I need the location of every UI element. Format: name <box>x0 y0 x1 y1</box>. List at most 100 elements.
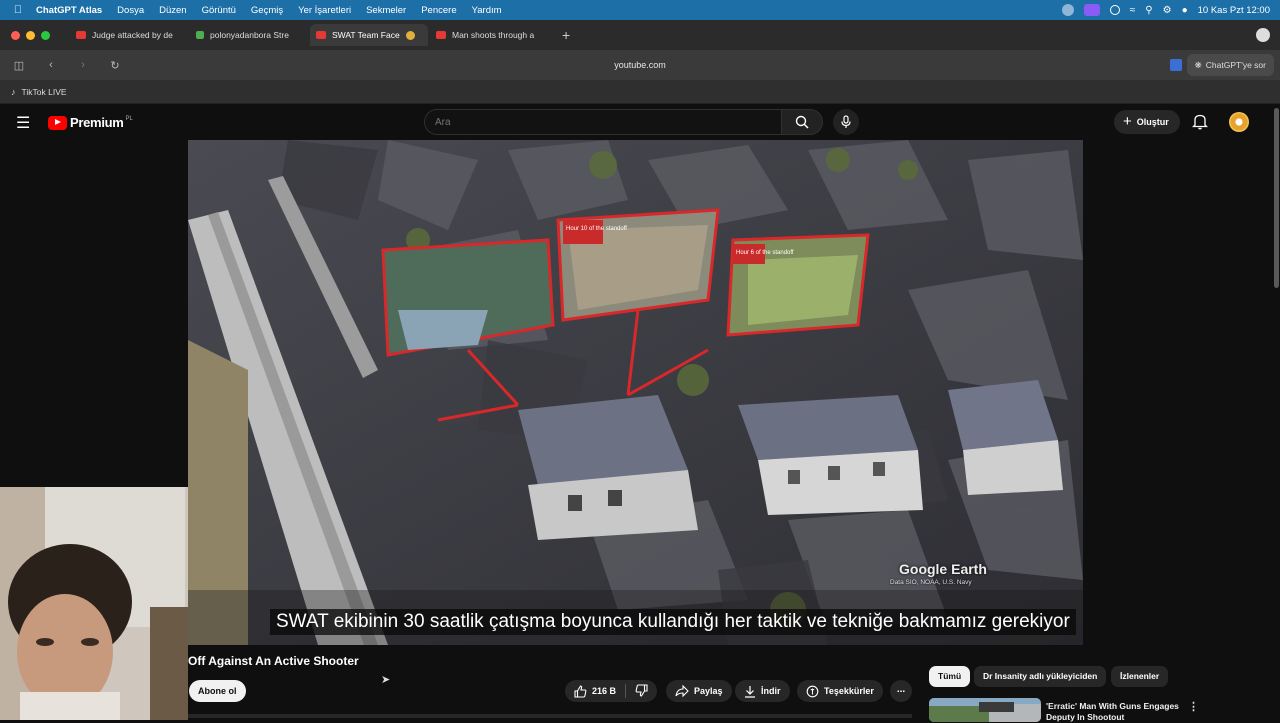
super-thanks-icon <box>806 685 819 697</box>
search-icon <box>795 115 809 129</box>
menu-view[interactable]: Görüntü <box>202 5 236 16</box>
plus-icon: + <box>1123 113 1132 130</box>
youtube-premium-logo[interactable]: Premium PL <box>48 115 133 130</box>
thumbnail-image <box>929 698 1041 722</box>
like-button[interactable]: 216 B <box>574 684 616 698</box>
webcam-person-image <box>0 487 188 720</box>
tab-title: Man shoots through a <box>452 30 535 40</box>
chatgpt-icon: ❋ <box>1194 59 1202 70</box>
profile-icon[interactable] <box>1256 28 1270 42</box>
play-status-icon[interactable] <box>1109 5 1120 15</box>
menu-history[interactable]: Geçmiş <box>251 5 283 16</box>
youtube-play-icon <box>48 115 67 130</box>
vpn-icon[interactable] <box>1061 4 1074 16</box>
kick-favicon-icon <box>196 31 204 39</box>
subscribe-button[interactable]: Abone ol <box>189 680 246 702</box>
chip-watched[interactable]: İzlenenler <box>1111 666 1169 687</box>
voice-search-button[interactable] <box>833 109 859 135</box>
zoom-window-button[interactable] <box>41 30 50 40</box>
description-box-edge <box>188 714 912 718</box>
download-label: İndir <box>761 686 781 696</box>
macos-menu-bar:  ChatGPT Atlas Dosya Düzen Görüntü Geçm… <box>0 0 1280 20</box>
webcam-overlay <box>0 487 188 720</box>
more-actions-button[interactable]: ... <box>890 680 912 702</box>
thanks-button[interactable]: Teşekkürler <box>797 680 883 702</box>
hamburger-menu-icon[interactable]: ☰ <box>16 113 30 133</box>
control-center-icon[interactable]: ⚙ <box>1163 5 1172 16</box>
tab-title: SWAT Team Face <box>332 30 400 40</box>
notifications-bell-icon[interactable] <box>1192 113 1208 130</box>
recommendation-more-icon[interactable]: ⋮ <box>1188 700 1199 713</box>
search-button[interactable] <box>781 109 823 135</box>
menu-file[interactable]: Dosya <box>117 5 144 16</box>
siri-icon[interactable]: ● <box>1182 5 1188 16</box>
back-icon[interactable]: ‹ <box>44 59 58 71</box>
spotlight-search-icon[interactable]: ⚲ <box>1145 5 1152 16</box>
overlay-label-hour-6: Hour 6 of the standoff <box>736 250 794 256</box>
page-scrollbar-thumb[interactable] <box>1274 108 1279 288</box>
wifi-icon[interactable]: ≈ <box>1130 5 1136 16</box>
menu-bookmarks[interactable]: Yer İşaretleri <box>298 5 351 16</box>
overlay-label-hour-10: Hour 10 of the standoff <box>566 226 627 232</box>
video-subtitle: SWAT ekibinin 30 saatlik çatışma boyunca… <box>270 609 1076 635</box>
menu-clock[interactable]: 10 Kas Pzt 12:00 <box>1198 5 1270 16</box>
screen-record-icon[interactable] <box>1083 4 1100 16</box>
bookmark-tiktok-live[interactable]: TikTok LIVE <box>22 87 67 97</box>
divider <box>625 684 627 698</box>
menu-edit[interactable]: Düzen <box>159 5 186 16</box>
tab-swat-team[interactable]: SWAT Team Face <box>310 24 428 46</box>
sidebar-toggle-icon[interactable]: ◫ <box>12 59 26 72</box>
youtube-favicon-icon <box>316 31 326 39</box>
youtube-favicon-icon <box>436 31 446 39</box>
new-tab-icon[interactable]: + <box>562 27 570 43</box>
apple-icon[interactable]:  <box>0 4 36 16</box>
bookmarks-bar: ♪ TikTok LIVE <box>0 80 1280 104</box>
ask-chatgpt-button[interactable]: ❋ ChatGPT'ye sor <box>1186 54 1274 76</box>
share-label: Paylaş <box>694 686 723 696</box>
share-icon <box>675 685 689 697</box>
microphone-icon <box>841 115 851 128</box>
tab-polonyadanbora[interactable]: polonyadanbora Stre <box>190 24 308 46</box>
thumbs-up-icon <box>574 684 587 698</box>
close-window-button[interactable] <box>11 30 20 40</box>
reload-icon[interactable]: ↻ <box>108 59 122 72</box>
tiktok-icon: ♪ <box>11 86 16 97</box>
menu-tabs[interactable]: Sekmeler <box>366 5 406 16</box>
minimize-window-button[interactable] <box>26 30 35 40</box>
tab-man-shoots[interactable]: Man shoots through a <box>430 24 548 46</box>
forward-icon[interactable]: › <box>76 59 90 71</box>
address-bar-row: ◫ ‹ › ↻ youtube.com ❋ ChatGPT'ye sor <box>0 50 1280 80</box>
video-title: Off Against An Active Shooter <box>188 654 359 668</box>
google-earth-data-source: Data SIO, NOAA, U.S. Navy <box>890 579 972 586</box>
chip-from-uploader[interactable]: Dr Insanity adlı yükleyiciden <box>974 666 1107 687</box>
tab-title: Judge attacked by de <box>92 30 173 40</box>
country-code: PL <box>125 115 133 122</box>
like-dislike-group: 216 B <box>565 680 658 702</box>
chip-all[interactable]: Tümü <box>929 666 971 687</box>
search-input[interactable] <box>424 109 782 135</box>
tab-title: polonyadanbora Stre <box>210 30 289 40</box>
download-button[interactable]: İndir <box>735 680 790 702</box>
recommendation-thumbnail[interactable] <box>929 698 1041 722</box>
google-earth-watermark: Google Earth <box>899 561 987 577</box>
ask-chatgpt-label: ChatGPT'ye sor <box>1205 60 1266 70</box>
audio-playing-icon[interactable] <box>405 30 415 40</box>
dislike-button[interactable] <box>635 683 648 699</box>
menu-window[interactable]: Pencere <box>421 5 456 16</box>
share-button[interactable]: Paylaş <box>666 680 732 702</box>
youtube-favicon-icon <box>76 31 86 39</box>
create-button[interactable]: + Oluştur <box>1114 110 1180 134</box>
menu-help[interactable]: Yardım <box>472 5 502 16</box>
thumbs-down-icon <box>635 683 648 697</box>
window-controls <box>11 30 50 40</box>
tab-judge-attacked[interactable]: Judge attacked by de <box>70 24 188 46</box>
status-icons: ≈ ⚲ ⚙ ● 10 Kas Pzt 12:00 <box>1061 0 1270 20</box>
overlay-label-box <box>563 220 603 244</box>
translate-icon[interactable] <box>1170 59 1182 71</box>
youtube-header: ☰ Premium PL + Oluştur <box>0 104 1272 140</box>
address-url[interactable]: youtube.com <box>0 60 1280 70</box>
account-avatar[interactable] <box>1229 112 1249 132</box>
download-icon <box>745 685 755 698</box>
mouse-cursor-icon: ➤ <box>381 674 391 686</box>
menu-app-name[interactable]: ChatGPT Atlas <box>36 5 102 16</box>
